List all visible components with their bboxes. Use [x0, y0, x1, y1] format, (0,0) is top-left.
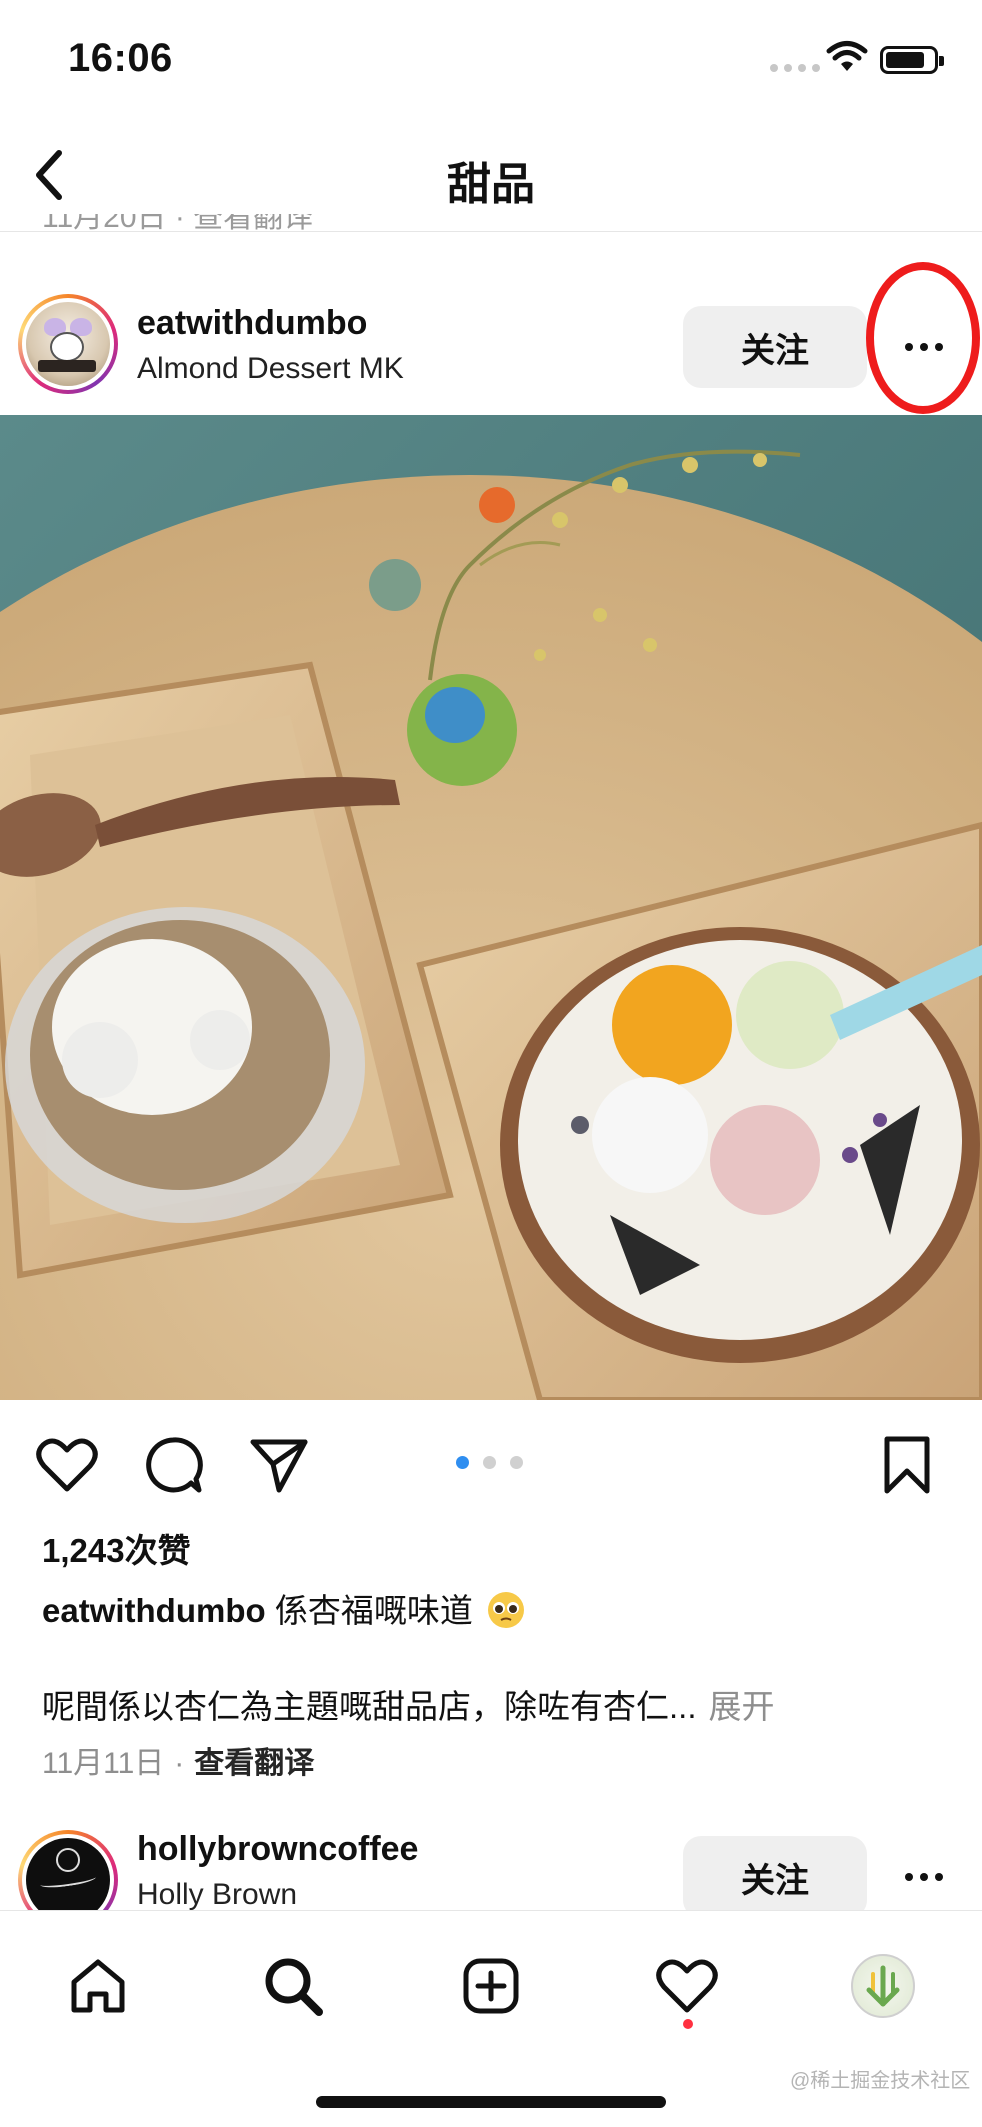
like-count[interactable]: 1,243次赞 [42, 1524, 191, 1572]
next-post-location[interactable]: Holly Brown [137, 1878, 297, 1910]
post-username[interactable]: eatwithdumbo [137, 304, 367, 343]
bookmark-icon [884, 1436, 930, 1494]
dessert-photo [0, 415, 982, 1400]
share-icon [250, 1439, 308, 1493]
avatar[interactable] [18, 294, 118, 394]
search-icon [265, 1958, 323, 2016]
caption-username[interactable]: eatwithdumbo [42, 1592, 266, 1629]
post-caption: eatwithdumbo 係杏福嘅味道 [42, 1584, 526, 1632]
more-icon [905, 343, 943, 351]
pleading-face-emoji-icon [488, 1592, 524, 1628]
next-avatar[interactable] [18, 1830, 118, 1910]
tab-home[interactable] [53, 1941, 143, 2031]
carousel-dot [483, 1456, 496, 1469]
comment-icon [146, 1437, 203, 1493]
profile-icon [851, 1954, 915, 2018]
wifi-icon [826, 41, 868, 71]
tab-profile[interactable] [838, 1941, 928, 2031]
home-indicator[interactable] [316, 2096, 666, 2108]
post-body: 呢間係以杏仁為主題嘅甜品店，除咗有杏仁... 展开 [42, 1680, 775, 1728]
post-body-text: 呢間係以杏仁為主題嘅甜品店，除咗有杏仁... [42, 1688, 697, 1725]
next-post-username[interactable]: hollybrowncoffee [137, 1830, 418, 1869]
post-image[interactable] [0, 415, 982, 1400]
post-header: eatwithdumbo Almond Dessert MK 关注 [0, 280, 982, 415]
carousel-indicator [456, 1456, 523, 1469]
next-follow-button[interactable]: 关注 [683, 1836, 867, 1910]
heart-icon [36, 1438, 98, 1492]
follow-button[interactable]: 关注 [683, 306, 867, 388]
carousel-dot [510, 1456, 523, 1469]
tab-create[interactable] [446, 1941, 536, 2031]
home-icon [71, 1959, 125, 2013]
share-button[interactable] [244, 1430, 314, 1500]
next-more-options-button[interactable] [880, 1850, 968, 1904]
carousel-dot [456, 1456, 469, 1469]
caption-text: 係杏福嘅味道 [274, 1592, 473, 1629]
tab-activity[interactable] [642, 1941, 732, 2031]
meta-separator: · [174, 1747, 185, 1780]
cellular-signal-icon [770, 64, 820, 72]
like-button[interactable] [32, 1430, 102, 1500]
add-icon [463, 1958, 519, 2014]
previous-post-meta: 11月20日 · 查看翻译 [42, 214, 314, 234]
status-bar: 16:06 [0, 0, 982, 120]
tab-search[interactable] [248, 1941, 338, 2031]
activity-icon [656, 1959, 718, 2013]
page-title: 甜品 [447, 160, 535, 209]
more-icon [905, 1873, 943, 1881]
avatar-image [26, 302, 110, 386]
more-options-button[interactable] [880, 320, 968, 374]
post-meta: 11月11日 · 查看翻译 [42, 1738, 314, 1782]
expand-link[interactable]: 展开 [709, 1688, 775, 1725]
translate-link[interactable]: 查看翻译 [194, 1747, 314, 1780]
post-location[interactable]: Almond Dessert MK [137, 352, 404, 386]
post-date: 11月11日 [42, 1747, 165, 1780]
next-post-header: hollybrowncoffee Holly Brown 关注 [0, 1820, 982, 1910]
notification-dot [683, 2019, 693, 2029]
battery-icon [880, 46, 944, 74]
comment-button[interactable] [138, 1430, 208, 1500]
post-actions [0, 1400, 982, 1520]
watermark: @稀土掘金技术社区 [790, 2070, 971, 2092]
status-time: 16:06 [68, 36, 173, 80]
previous-post-peek: 11月20日 · 查看翻译 [0, 214, 982, 238]
save-button[interactable] [872, 1430, 942, 1500]
next-avatar-image [26, 1838, 110, 1910]
bottom-tab-bar: @稀土掘金技术社区 [0, 1910, 982, 2127]
